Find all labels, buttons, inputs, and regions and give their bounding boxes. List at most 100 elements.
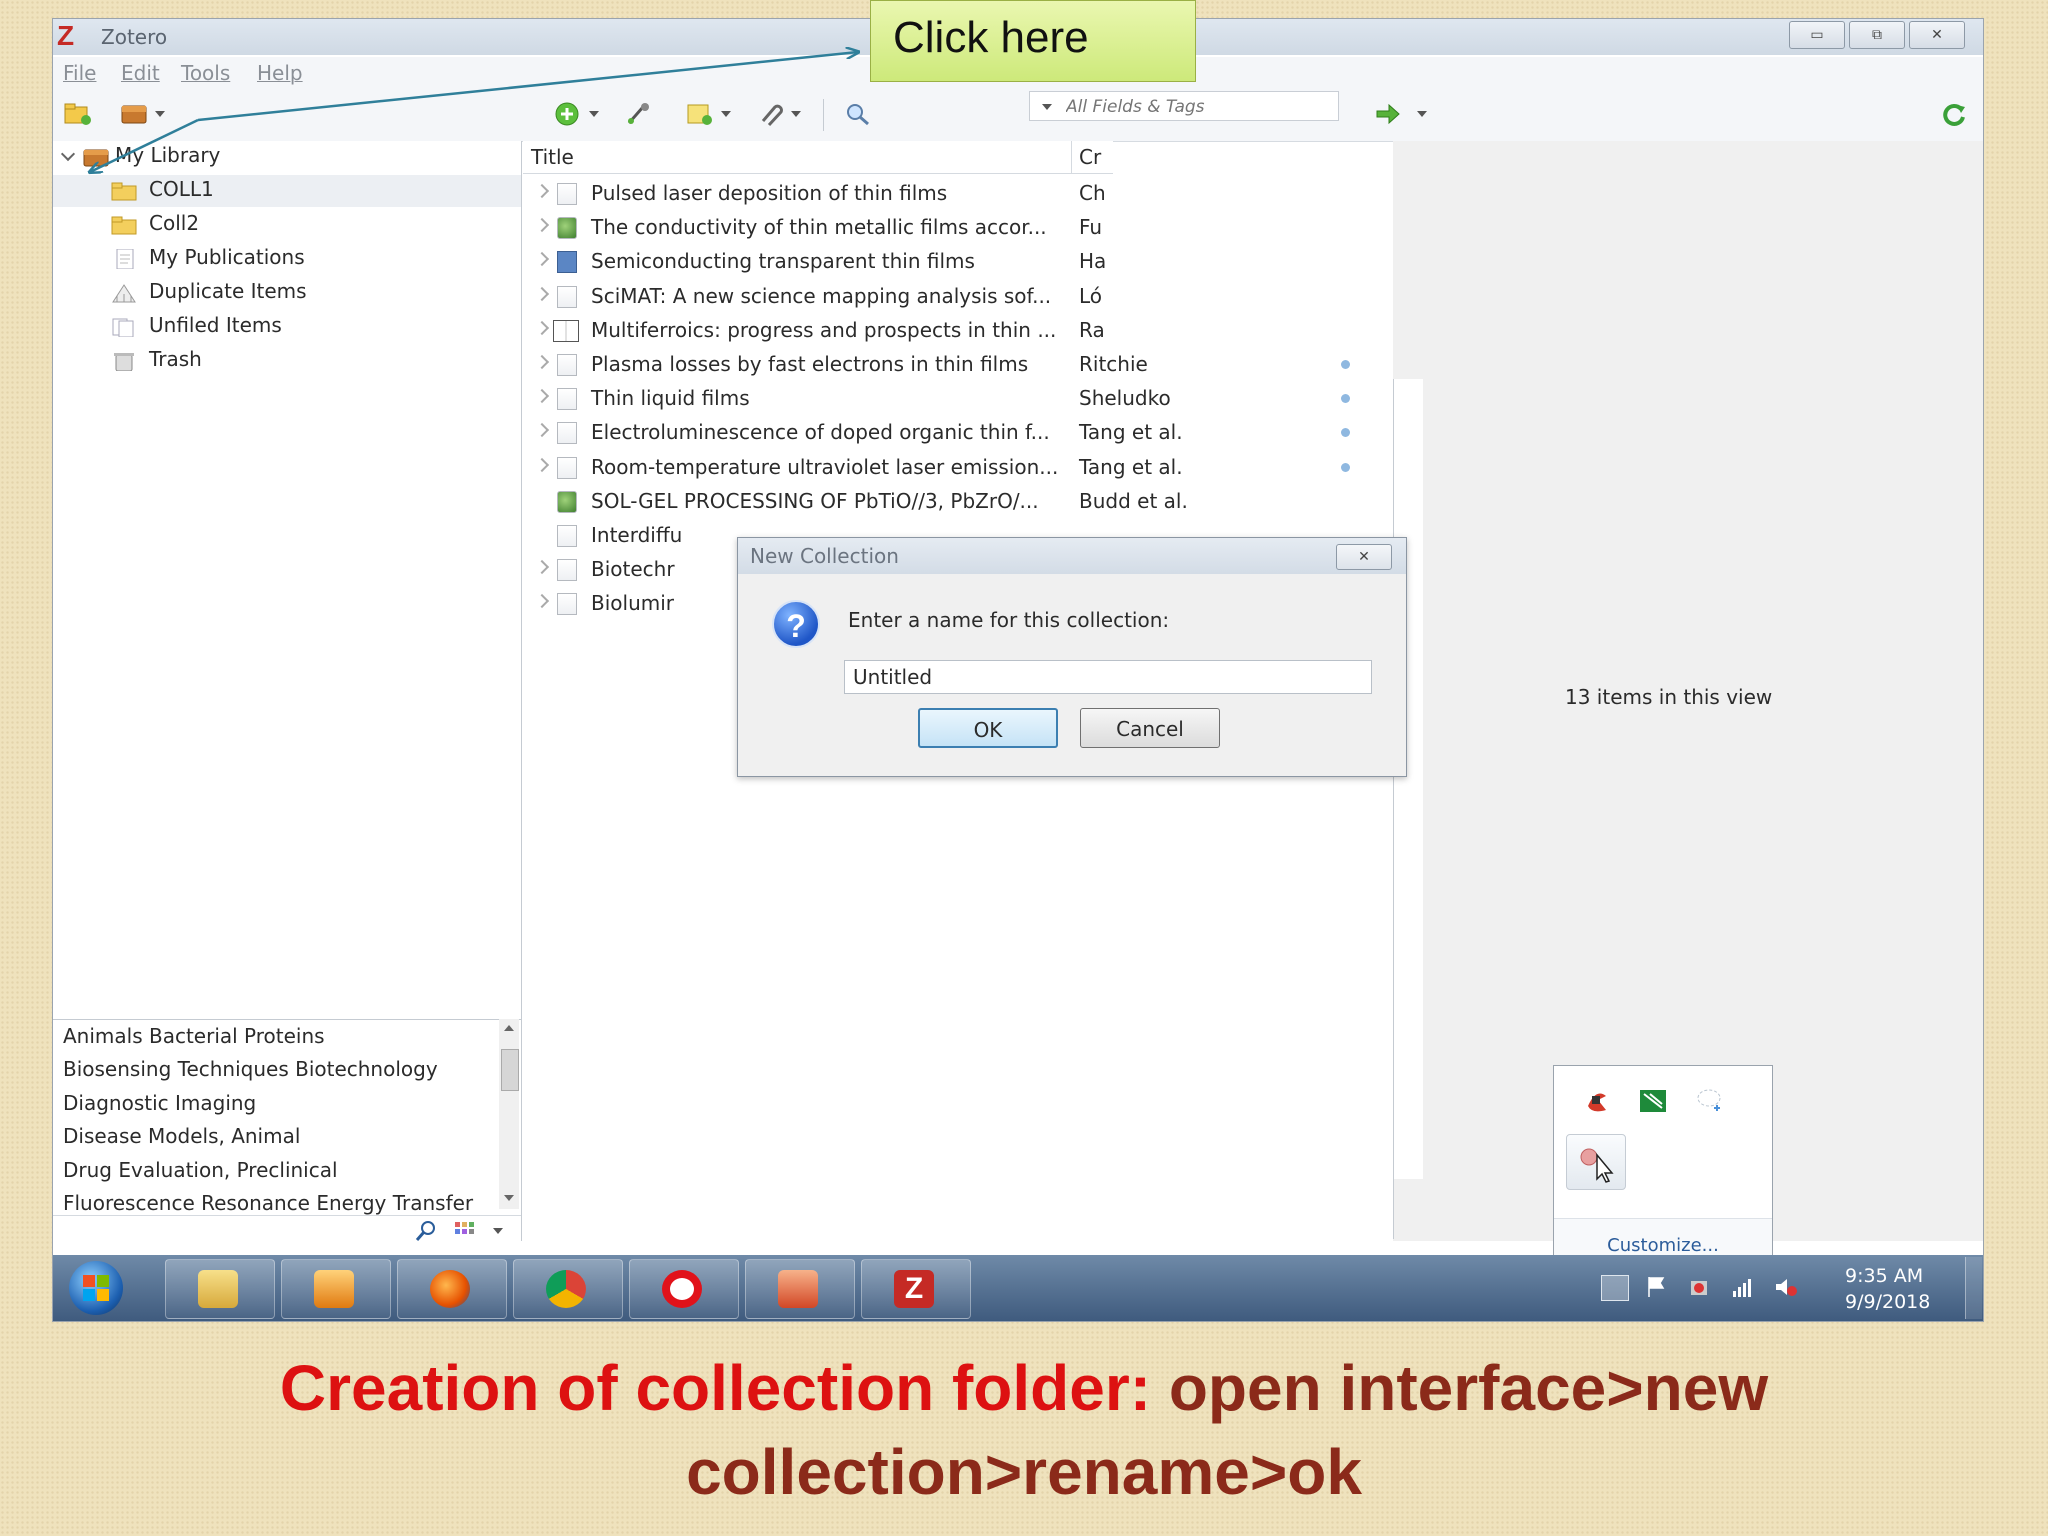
tag-line[interactable]: Biosensing Techniques Biotechnology: [63, 1057, 438, 1081]
tray-network-icon[interactable]: [1694, 1086, 1724, 1116]
expand-chevron-icon[interactable]: [534, 560, 550, 575]
tree-item-coll2[interactable]: Coll2: [53, 209, 521, 241]
expand-chevron-icon[interactable]: [534, 389, 550, 404]
network-adapter-icon[interactable]: [1687, 1275, 1713, 1299]
table-row[interactable]: Plasma losses by fast electrons in thin …: [523, 348, 1393, 382]
restore-button[interactable]: ⧉: [1849, 21, 1905, 49]
tray-app-icon[interactable]: [1582, 1086, 1612, 1116]
search-input[interactable]: [1064, 94, 1338, 120]
show-desktop-button[interactable]: [1965, 1257, 1982, 1319]
attachment-dot-icon[interactable]: [1341, 462, 1350, 472]
pane-divider[interactable]: [1393, 379, 1394, 1239]
locate-dropdown-caret[interactable]: [1417, 111, 1427, 117]
action-center-flag-icon[interactable]: [1645, 1275, 1671, 1299]
tree-item-unfiled-items[interactable]: Unfiled Items: [53, 311, 521, 343]
taskbar-media-player[interactable]: [281, 1259, 391, 1319]
tag-colors-icon[interactable]: [455, 1222, 475, 1240]
new-item-dropdown-caret[interactable]: [589, 111, 599, 117]
new-note-icon[interactable]: [685, 101, 715, 127]
expand-chevron-icon[interactable]: [534, 423, 550, 438]
signal-icon[interactable]: [1731, 1275, 1757, 1299]
tree-item-trash[interactable]: Trash: [53, 345, 521, 377]
dialog-close-button[interactable]: ✕: [1336, 544, 1392, 570]
new-collection-icon[interactable]: [63, 101, 93, 127]
tag-menu-caret[interactable]: [493, 1228, 503, 1234]
table-row[interactable]: SciMAT: A new science mapping analysis s…: [523, 280, 1113, 314]
menu-file[interactable]: File: [63, 61, 96, 85]
scroll-down-icon[interactable]: [504, 1195, 514, 1201]
show-hidden-icons-button[interactable]: [1601, 1275, 1629, 1301]
taskbar-opera[interactable]: [629, 1259, 739, 1319]
tag-line[interactable]: Diagnostic Imaging: [63, 1091, 256, 1115]
table-row[interactable]: Electroluminescence of doped organic thi…: [523, 416, 1393, 450]
attachment-dot-icon[interactable]: [1341, 428, 1350, 438]
expand-chevron-icon[interactable]: [534, 218, 550, 233]
close-button[interactable]: ✕: [1909, 21, 1965, 49]
tree-item-my-publications[interactable]: My Publications: [53, 243, 521, 275]
library-dropdown-caret[interactable]: [155, 111, 165, 117]
taskbar-explorer[interactable]: [165, 1259, 275, 1319]
table-row[interactable]: Multiferroics: progress and prospects in…: [523, 314, 1113, 348]
expand-chevron-icon[interactable]: [534, 354, 550, 370]
search-mode-dropdown-icon[interactable]: [1042, 104, 1052, 110]
cancel-button[interactable]: Cancel: [1080, 708, 1220, 748]
expand-chevron-icon[interactable]: [534, 320, 550, 335]
sync-icon[interactable]: [1939, 101, 1969, 127]
tag-line[interactable]: Disease Models, Animal: [63, 1124, 300, 1148]
start-button[interactable]: [69, 1261, 123, 1315]
taskbar-powerpoint[interactable]: [745, 1259, 855, 1319]
column-header-title[interactable]: Title: [531, 145, 574, 169]
tag-search-icon[interactable]: [415, 1220, 437, 1242]
clock-date[interactable]: 9/9/2018: [1845, 1291, 1930, 1313]
tag-line[interactable]: Fluorescence Resonance Energy Transfer: [63, 1191, 473, 1215]
tag-scrollbar[interactable]: [499, 1019, 519, 1209]
table-row[interactable]: The conductivity of thin metallic films …: [523, 211, 1113, 245]
ok-button[interactable]: OK: [918, 708, 1058, 748]
attachment-dot-icon[interactable]: [1341, 360, 1350, 369]
new-note-dropdown-caret[interactable]: [721, 111, 731, 117]
taskbar-zotero[interactable]: Z: [861, 1259, 971, 1319]
new-library-icon[interactable]: [119, 101, 149, 127]
menu-edit[interactable]: Edit: [121, 61, 160, 85]
expand-chevron-icon[interactable]: [60, 146, 76, 162]
column-header-creator[interactable]: Cr: [1079, 145, 1101, 169]
expand-chevron-icon[interactable]: [534, 183, 550, 199]
attachment-dropdown-caret[interactable]: [791, 111, 801, 117]
expand-chevron-icon[interactable]: [534, 594, 550, 609]
collection-name-input[interactable]: [844, 660, 1372, 694]
tag-line[interactable]: Drug Evaluation, Preclinical: [63, 1158, 338, 1182]
expand-chevron-icon[interactable]: [534, 252, 550, 267]
menu-tools[interactable]: Tools: [181, 61, 230, 85]
table-row[interactable]: SOL-GEL PROCESSING OF PbTiO//3, PbZrO/..…: [523, 485, 1393, 519]
search-box[interactable]: [1029, 91, 1339, 121]
table-row[interactable]: Pulsed laser deposition of thin films Ch: [523, 177, 1113, 211]
add-by-identifier-icon[interactable]: [623, 101, 653, 127]
menu-help[interactable]: Help: [257, 61, 303, 85]
scroll-up-icon[interactable]: [504, 1025, 514, 1031]
tree-item-coll1[interactable]: COLL1: [53, 175, 521, 207]
attachment-dot-icon[interactable]: [1341, 394, 1350, 404]
table-row[interactable]: Room-temperature ultraviolet laser emiss…: [523, 451, 1393, 485]
new-item-icon[interactable]: [553, 101, 583, 127]
file-explorer-icon: [198, 1270, 238, 1308]
tray-spreadsheet-icon[interactable]: [1638, 1086, 1668, 1116]
table-row[interactable]: Thin liquid films Sheludko: [523, 382, 1393, 416]
scroll-thumb[interactable]: [501, 1049, 519, 1091]
zotero-logo-icon: Z: [57, 20, 75, 51]
clock-time[interactable]: 9:35 AM: [1845, 1265, 1923, 1287]
advanced-search-icon[interactable]: [843, 101, 873, 127]
locate-icon[interactable]: [1373, 101, 1403, 127]
tray-hovered-slot[interactable]: [1566, 1134, 1626, 1190]
expand-chevron-icon[interactable]: [534, 286, 550, 301]
expand-chevron-icon[interactable]: [534, 457, 550, 472]
tree-item-my-library[interactable]: My Library: [53, 141, 521, 173]
volume-muted-icon[interactable]: [1773, 1275, 1799, 1299]
taskbar-firefox[interactable]: [397, 1259, 507, 1319]
taskbar-chrome[interactable]: [513, 1259, 623, 1319]
tree-item-duplicate-items[interactable]: Duplicate Items: [53, 277, 521, 309]
table-row[interactable]: Semiconducting transparent thin films Ha: [523, 245, 1113, 279]
column-separator[interactable]: [1071, 141, 1072, 173]
attachment-icon[interactable]: [755, 101, 785, 127]
minimize-button[interactable]: ▭: [1789, 21, 1845, 49]
tag-line[interactable]: Animals Bacterial Proteins: [63, 1024, 325, 1048]
